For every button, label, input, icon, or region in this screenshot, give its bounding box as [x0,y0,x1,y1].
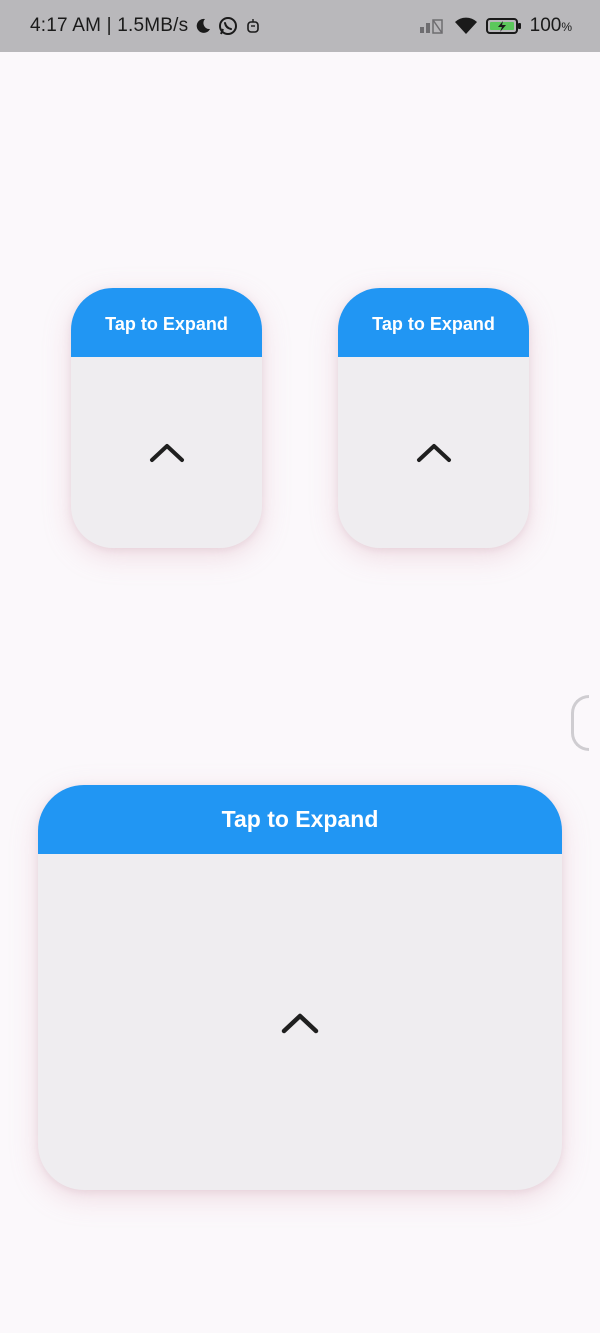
card-header: Tap to Expand [38,785,562,854]
status-left: 4:17 AM | 1.5MB/s [30,15,262,37]
whatsapp-icon [218,16,238,36]
card-title: Tap to Expand [372,314,495,334]
chevron-up-icon[interactable] [416,441,452,463]
card-header: Tap to Expand [338,288,529,357]
status-time-speed: 4:17 AM | 1.5MB/s [30,15,189,36]
battery-charging-icon [485,17,522,35]
card-body[interactable] [71,357,262,548]
status-right: 100% [418,15,572,37]
card-title: Tap to Expand [221,806,379,832]
card-header: Tap to Expand [71,288,262,357]
battery-level: 100% [529,15,572,36]
expand-card-1[interactable]: Tap to Expand [71,288,262,548]
card-body[interactable] [38,854,562,1190]
edge-swipe-handle[interactable] [571,695,589,751]
signal-icon [418,17,446,35]
status-bar: 4:17 AM | 1.5MB/s 100% [0,0,600,52]
expand-card-2[interactable]: Tap to Expand [338,288,529,548]
robot-icon [244,17,262,35]
moon-icon [194,17,212,35]
card-title: Tap to Expand [105,314,228,334]
expand-card-3[interactable]: Tap to Expand [38,785,562,1190]
chevron-up-icon[interactable] [149,441,185,463]
chevron-up-icon[interactable] [280,1010,320,1034]
wifi-icon [454,17,478,35]
card-body[interactable] [338,357,529,548]
